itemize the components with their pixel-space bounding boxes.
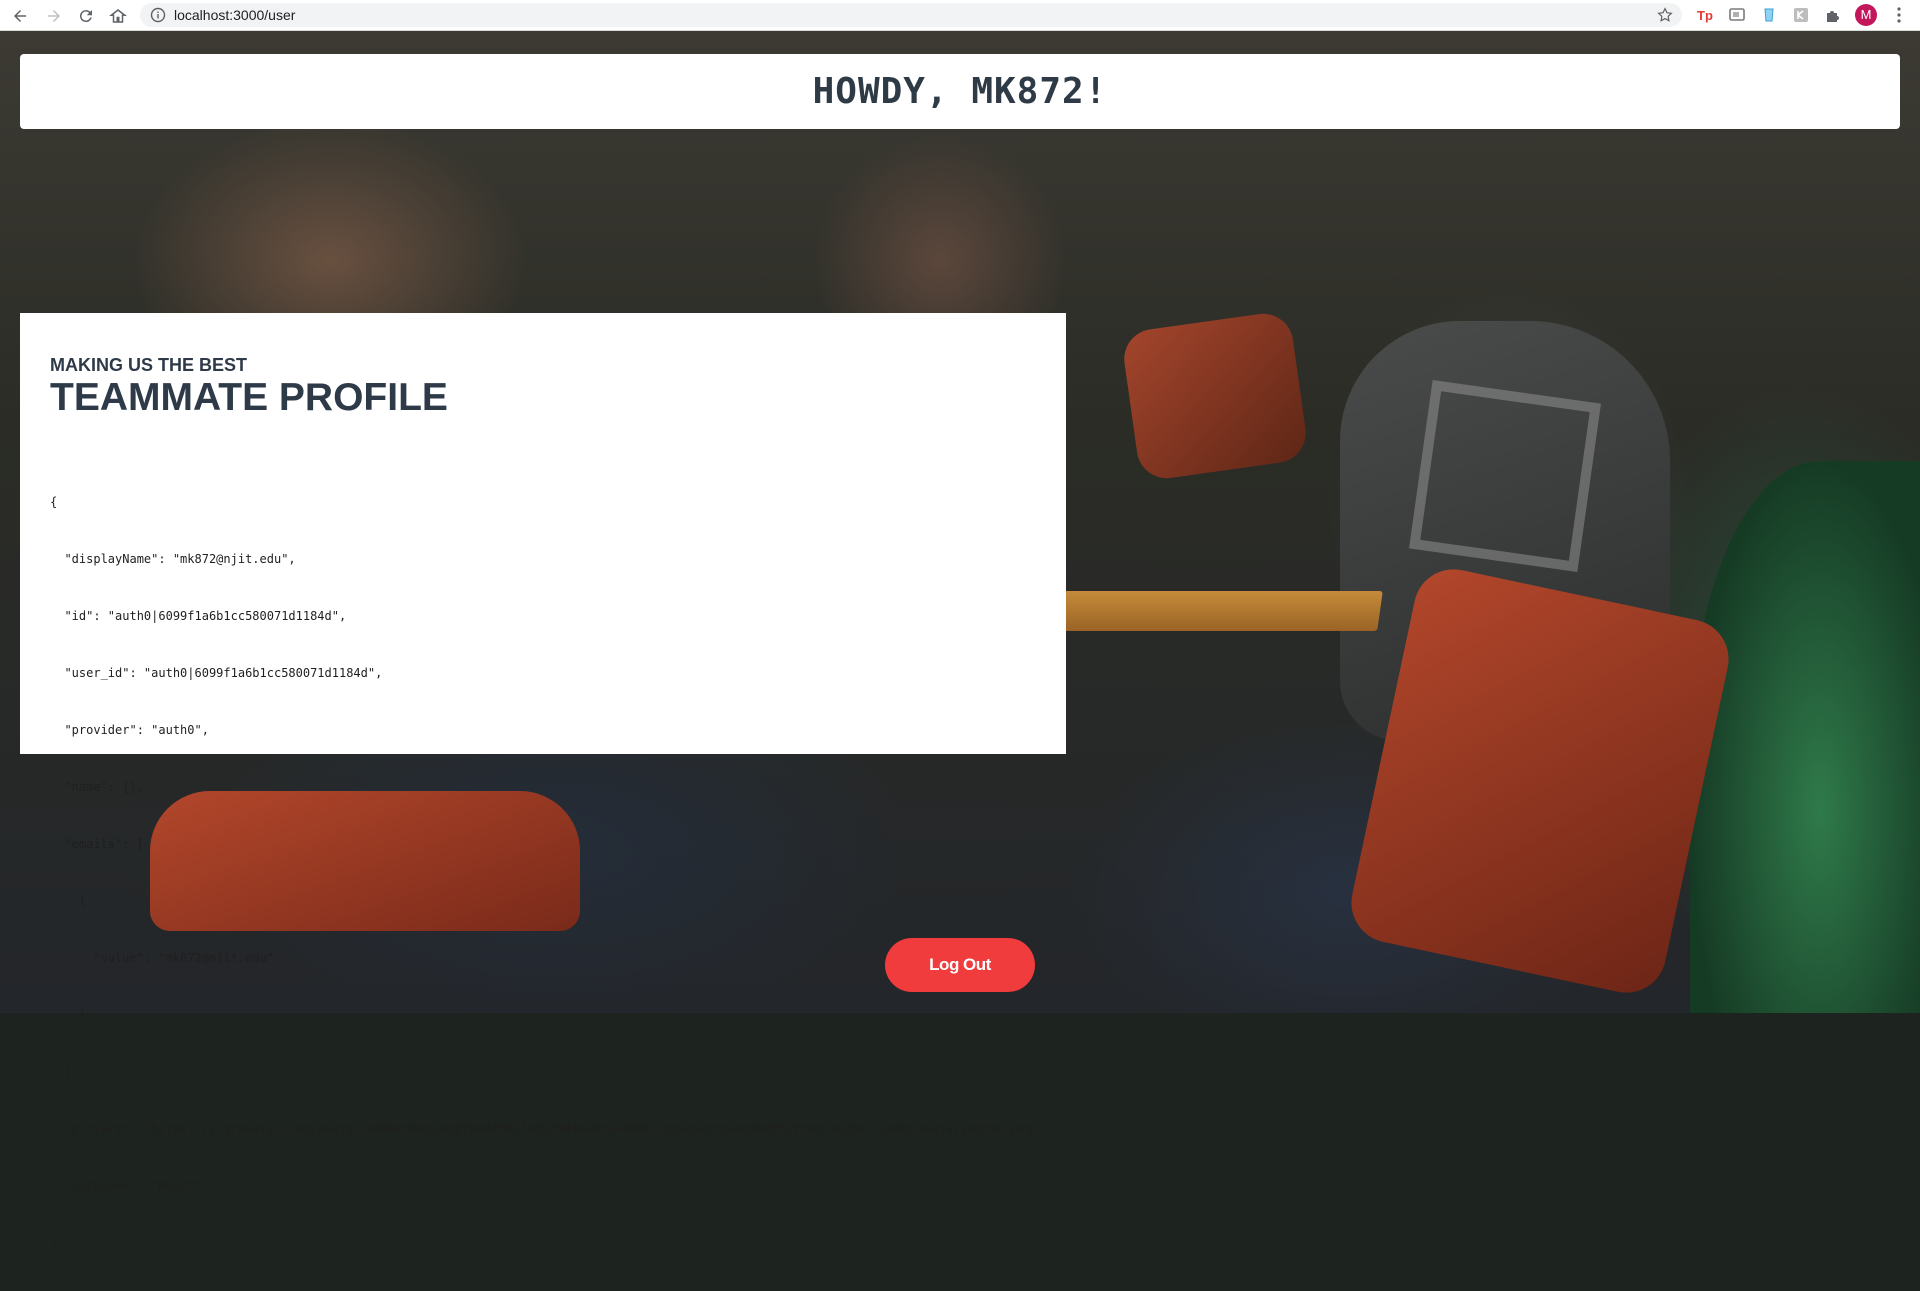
greeting-heading: HOWDY, MK872! — [812, 71, 1108, 112]
plants-decoration — [1690, 461, 1920, 1013]
profile-avatar[interactable]: M — [1855, 4, 1877, 26]
greeting-banner: HOWDY, MK872! — [20, 54, 1900, 129]
shirt-print-decoration — [1408, 379, 1602, 573]
home-icon[interactable] — [106, 4, 130, 28]
info-icon[interactable] — [150, 7, 166, 23]
logout-button[interactable]: Log Out — [885, 938, 1035, 992]
json-line: "picture": "https://s.gravatar.com/avata… — [50, 1122, 1047, 1136]
json-line: } — [50, 1008, 87, 1022]
address-bar[interactable]: localhost:3000/user — [140, 3, 1682, 27]
json-line: "nickname": "mk872" — [50, 1179, 202, 1193]
json-line: "id": "auth0|6099f1a6b1cc580071d1184d", — [50, 609, 347, 623]
profile-card: MAKING US THE BEST TEAMMATE PROFILE { "d… — [20, 313, 1066, 1250]
json-line: "user_id": "auth0|6099f1a6b1cc580071d118… — [50, 666, 383, 680]
forward-arrow-icon[interactable] — [42, 4, 66, 28]
bookmark-star-icon[interactable] — [1656, 6, 1674, 24]
cup-extension-icon[interactable] — [1760, 6, 1778, 24]
svg-text:Tp: Tp — [1697, 8, 1713, 23]
profile-eyebrow: MAKING US THE BEST — [50, 355, 248, 375]
json-line: "displayName": "mk872@njit.edu", — [50, 552, 296, 566]
profile-title: TEAMMATE PROFILE — [50, 376, 448, 419]
tp-extension-icon[interactable]: Tp — [1696, 6, 1714, 24]
json-line: { — [50, 495, 58, 509]
kebab-menu-icon[interactable] — [1892, 6, 1906, 24]
cast-icon[interactable] — [1728, 6, 1746, 24]
json-line: ], — [50, 1065, 79, 1079]
table-decoration — [1057, 591, 1383, 631]
profile-json: { "displayName": "mk872@njit.edu", "id":… — [50, 455, 1047, 1291]
browser-toolbar: localhost:3000/user Tp M — [0, 0, 1920, 31]
json-line: { — [50, 894, 87, 908]
url-text[interactable]: localhost:3000/user — [174, 7, 295, 23]
json-line: } — [50, 1236, 58, 1250]
back-arrow-icon[interactable] — [8, 4, 32, 28]
json-line: "emails": [ — [50, 837, 144, 851]
json-line: "name": {}, — [50, 780, 144, 794]
puzzle-icon[interactable] — [1824, 6, 1842, 24]
chair-decoration — [1120, 309, 1310, 483]
json-line: "provider": "auth0", — [50, 723, 209, 737]
grey-extension-icon[interactable] — [1792, 6, 1810, 24]
reload-icon[interactable] — [74, 4, 98, 28]
